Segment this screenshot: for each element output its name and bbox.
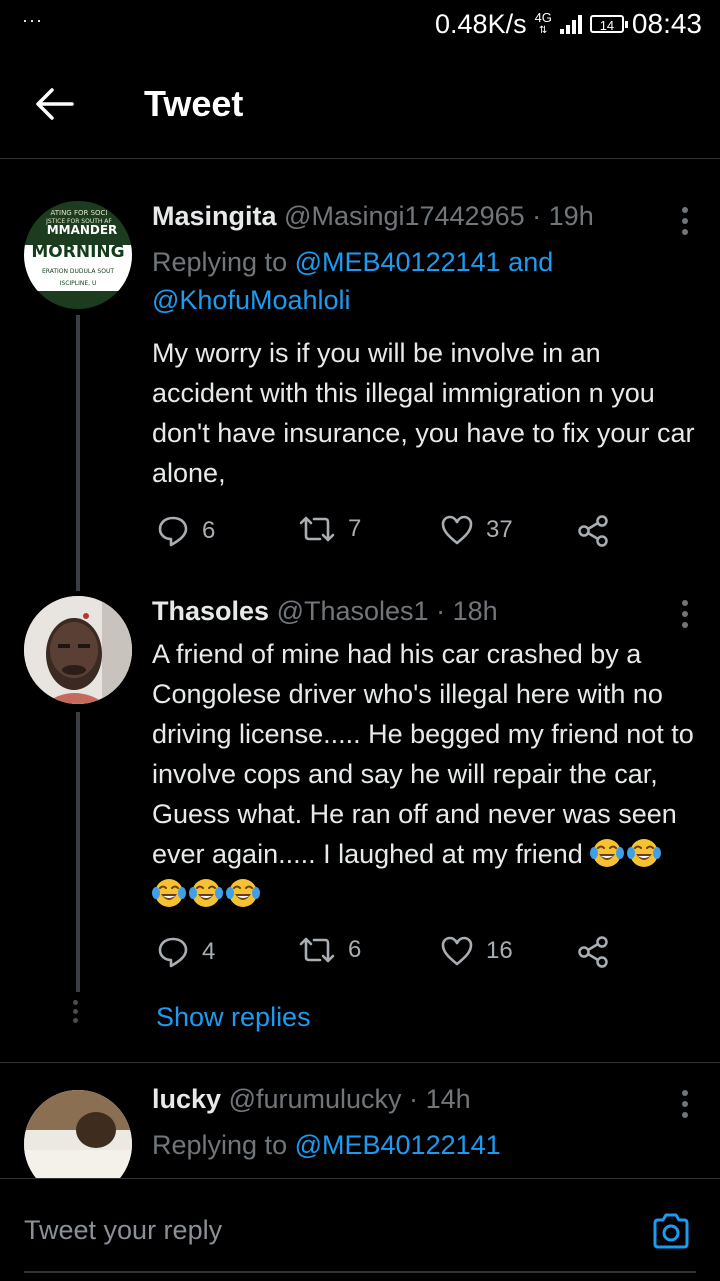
mention-link[interactable]: @KhofuMoahloli (152, 285, 351, 315)
battery-level: 14 (599, 18, 615, 33)
reply-tweet[interactable]: Thasoles @Thasoles1 · 18h A friend of mi… (0, 590, 720, 1060)
reply-tweet[interactable]: ATING FOR SOCI JSTICE FOR SOUTH AF MMAND… (0, 181, 720, 591)
reply-input[interactable]: Tweet your reply (24, 1215, 222, 1246)
avatar-photo (24, 596, 132, 704)
thread-continuation-dots (73, 1000, 81, 1027)
more-vertical-icon[interactable] (682, 207, 690, 240)
tweet-text: My worry is if you will be involve in an… (152, 338, 695, 488)
crying-laughing-emoji (189, 879, 223, 907)
more-vertical-icon[interactable] (682, 600, 690, 633)
handle: @Thasoles1 (276, 596, 429, 626)
signal-bars-icon (559, 14, 582, 34)
avatar-photo (24, 1090, 132, 1178)
retweet-icon (299, 516, 335, 542)
crying-laughing-emoji (226, 879, 260, 907)
network-speed: 0.48K/s (435, 8, 527, 39)
avatar-badge-icon: ATING FOR SOCI JSTICE FOR SOUTH AF MMAND… (24, 201, 132, 309)
avatar-text-1: ATING FOR SOCI (50, 209, 107, 217)
share-button[interactable] (576, 514, 610, 548)
tweet-text: A friend of mine had his car crashed by … (152, 634, 700, 914)
crying-laughing-emoji (627, 839, 662, 867)
avatar-text-3: MMANDER (47, 223, 118, 237)
thread-line (76, 712, 80, 992)
clock: 08:43 (631, 8, 702, 39)
share-icon (578, 515, 608, 547)
tweet-actions: 4 6 16 (152, 935, 622, 975)
divider (0, 1062, 720, 1063)
display-name[interactable]: lucky (152, 1084, 221, 1114)
thread-line (76, 315, 80, 591)
show-replies-link[interactable]: Show replies (156, 1002, 311, 1033)
reply-button[interactable]: 6 (156, 514, 215, 548)
signal-icon: 4G ⇅ (534, 10, 552, 36)
top-app-bar: Tweet (0, 50, 720, 159)
replying-joiner[interactable]: and (508, 247, 553, 277)
reply-icon (158, 937, 188, 968)
more-vertical-icon[interactable] (682, 1090, 690, 1123)
tweet-text-content: A friend of mine had his car crashed by … (152, 639, 694, 869)
share-icon (578, 936, 608, 968)
separator: · (436, 596, 446, 626)
mention-link[interactable]: @MEB40122141 (295, 247, 501, 277)
display-name[interactable]: Thasoles (152, 596, 269, 626)
like-count: 16 (486, 937, 513, 964)
crying-laughing-emoji (590, 839, 625, 867)
tweet-header: Thasoles @Thasoles1 · 18h (152, 596, 498, 627)
display-name[interactable]: Masingita (152, 201, 277, 231)
like-button[interactable]: 37 (440, 514, 513, 546)
share-button[interactable] (576, 935, 610, 969)
status-bar: ··· 0.48K/s 4G ⇅ 14 08:43 (0, 0, 720, 50)
replying-prefix: Replying to (152, 247, 288, 277)
retweet-count: 7 (348, 515, 362, 542)
timestamp: 19h (548, 201, 594, 231)
avatar-text-4: MORNING (31, 242, 124, 262)
avatar[interactable]: ATING FOR SOCI JSTICE FOR SOUTH AF MMAND… (24, 201, 132, 309)
avatar-text-6: ISCIPLINE, U (60, 280, 97, 287)
tweet-header: Masingita @Masingi17442965 · 19h (152, 201, 594, 232)
retweet-count: 6 (348, 936, 362, 963)
retweet-icon (299, 937, 335, 963)
handle: @Masingi17442965 (284, 201, 525, 231)
mention-link[interactable]: @MEB40122141 (295, 1130, 501, 1160)
separator: · (409, 1084, 419, 1114)
like-count: 37 (486, 516, 513, 543)
tweet-actions: 6 7 37 (152, 514, 622, 554)
camera-icon[interactable] (651, 1211, 691, 1251)
reply-count: 6 (202, 517, 216, 544)
handle: @furumulucky (228, 1084, 402, 1114)
page-title: Tweet (144, 83, 244, 124)
separator: · (532, 201, 542, 231)
retweet-button[interactable]: 7 (298, 514, 361, 544)
like-icon (441, 515, 473, 545)
tweet-header: lucky @furumulucky · 14h (152, 1084, 471, 1115)
replying-to: Replying to @MEB40122141 (152, 1126, 692, 1164)
like-icon (441, 936, 473, 966)
timestamp: 14h (425, 1084, 471, 1114)
gesture-bar (24, 1271, 696, 1273)
avatar-text-5: ERATION DUDULA SOUT (42, 268, 114, 275)
status-dots: ··· (22, 10, 43, 30)
avatar[interactable] (24, 1090, 132, 1178)
timestamp: 18h (452, 596, 498, 626)
crying-laughing-emoji (152, 879, 186, 907)
retweet-button[interactable]: 6 (298, 935, 361, 965)
replying-to: Replying to @MEB40122141 and @KhofuMoahl… (152, 243, 692, 319)
reply-tweet[interactable]: lucky @furumulucky · 14h Replying to @ME… (0, 1080, 720, 1178)
signal-label: 4G (534, 10, 552, 25)
battery-icon: 14 (589, 15, 628, 33)
back-arrow-icon[interactable] (34, 86, 74, 122)
reply-icon (158, 516, 188, 547)
reply-composer: Tweet your reply (0, 1178, 720, 1281)
like-button[interactable]: 16 (440, 935, 513, 967)
replying-prefix: Replying to (152, 1130, 288, 1160)
reply-button[interactable]: 4 (156, 935, 215, 969)
reply-count: 4 (202, 938, 216, 965)
avatar[interactable] (24, 596, 132, 704)
